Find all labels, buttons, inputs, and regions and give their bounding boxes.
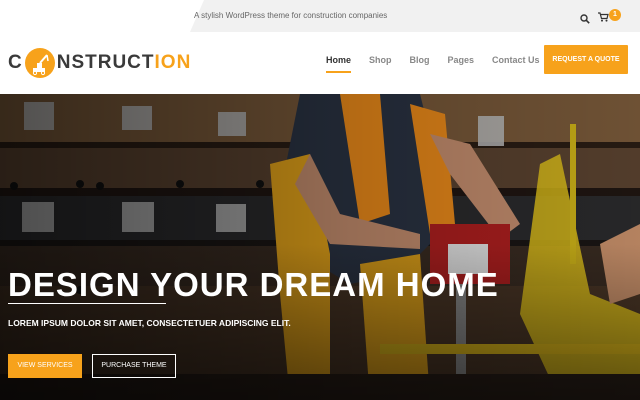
purchase-theme-button[interactable]: PURCHASE THEME [92, 354, 176, 378]
logo-text-start: C [8, 52, 23, 73]
nav-item-contact-us[interactable]: Contact Us [492, 55, 540, 73]
logo-text-middle: NSTRUCT [56, 52, 155, 73]
site-header: C NSTRUCT ION Home Shop Blog Pages Contac… [0, 32, 640, 94]
search-icon[interactable] [580, 11, 590, 24]
crane-icon [24, 48, 55, 78]
nav-item-home[interactable]: Home [326, 55, 352, 73]
top-bar-left-panel [0, 0, 204, 32]
hero-title: DESIGN YOUR DREAM HOME [8, 266, 499, 303]
nav-item-blog[interactable]: Blog [410, 55, 430, 73]
nav-item-pages[interactable]: Pages [448, 55, 475, 73]
main-nav: Home Shop Blog Pages Contact Us [326, 55, 558, 73]
logo-text-end: ION [154, 52, 192, 73]
cart-count-badge: 1 [609, 9, 621, 21]
hero-divider [8, 303, 166, 304]
site-tagline: A stylish WordPress theme for constructi… [194, 11, 388, 20]
view-services-button[interactable]: VIEW SERVICES [8, 354, 82, 378]
request-quote-button[interactable]: REQUEST A QUOTE [544, 45, 628, 74]
cart-button[interactable]: 1 [598, 9, 622, 23]
hero-section: DESIGN YOUR DREAM HOME LOREM IPSUM DOLOR… [0, 94, 640, 400]
hero-subtitle: LOREM IPSUM DOLOR SIT AMET, CONSECTETUER… [8, 318, 291, 328]
top-bar: A stylish WordPress theme for constructi… [0, 0, 640, 32]
cart-icon [598, 12, 609, 22]
nav-item-shop[interactable]: Shop [369, 55, 392, 73]
site-logo[interactable]: C NSTRUCT ION [8, 46, 198, 80]
